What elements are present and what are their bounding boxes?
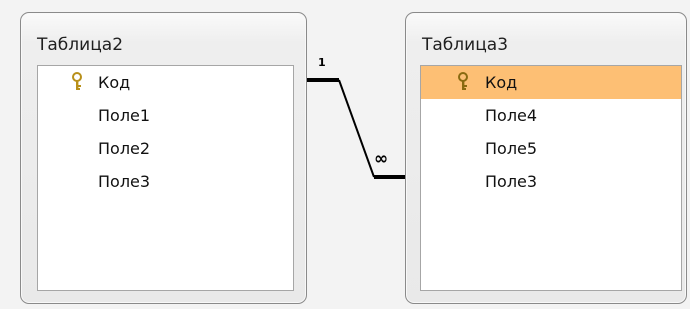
relationship-one-label: 1 — [318, 56, 326, 69]
relationship-many-label: ∞ — [374, 149, 389, 169]
relationship-line[interactable] — [0, 0, 690, 309]
